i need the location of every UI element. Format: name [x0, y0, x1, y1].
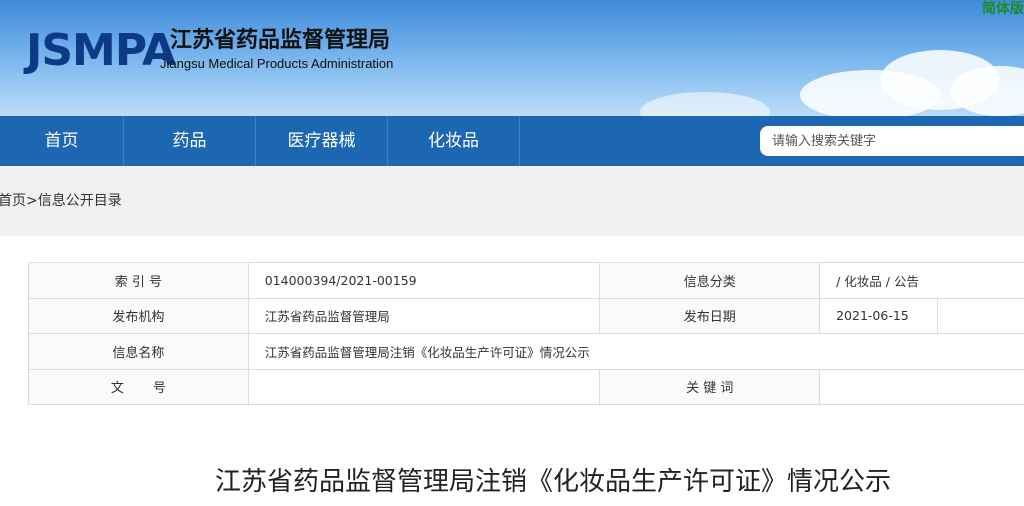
- table-row: 索 引 号 014000394/2021-00159 信息分类 / 化妆品 / …: [28, 262, 1024, 299]
- table-row: 信息名称 江苏省药品监督管理局注销《化妆品生产许可证》情况公示: [28, 333, 1024, 370]
- category-value: / 化妆品 / 公告: [819, 262, 1024, 299]
- doc-number-value: [247, 368, 601, 405]
- empty-cell: [937, 297, 1024, 334]
- publisher-label: 发布机构: [28, 297, 249, 334]
- language-switch-link[interactable]: 简体版: [982, 0, 1024, 18]
- publish-date-label: 发布日期: [599, 297, 821, 334]
- keyword-label: 关 键 词: [599, 368, 821, 405]
- index-number-label: 索 引 号: [28, 262, 249, 299]
- site-logo[interactable]: JSMPA: [26, 26, 176, 76]
- category-label: 信息分类: [599, 262, 821, 299]
- info-metadata-table: 索 引 号 014000394/2021-00159 信息分类 / 化妆品 / …: [28, 262, 1024, 405]
- cloud-decoration: [640, 92, 770, 116]
- table-row: 文 号 关 键 词: [28, 368, 1024, 405]
- nav-item-cosmetics[interactable]: 化妆品: [388, 116, 520, 166]
- document-title: 江苏省药品监督管理局注销《化妆品生产许可证》情况公示: [215, 467, 892, 497]
- site-title-en: Jiangsu Medical Products Administration: [160, 56, 394, 71]
- site-title-cn: 江苏省药品监督管理局: [170, 28, 391, 53]
- site-header: JSMPA 江苏省药品监督管理局 Jiangsu Medical Product…: [0, 0, 1024, 116]
- info-name-value: 江苏省药品监督管理局注销《化妆品生产许可证》情况公示: [247, 333, 1024, 370]
- publish-date-value: 2021-06-15: [819, 297, 939, 334]
- info-name-label: 信息名称: [28, 333, 249, 370]
- doc-number-label: 文 号: [28, 368, 249, 405]
- breadcrumb[interactable]: 首页>信息公开目录: [0, 192, 122, 210]
- keyword-value: [819, 368, 1024, 405]
- breadcrumb-band: [0, 166, 1024, 236]
- nav-item-drugs[interactable]: 药品: [124, 116, 256, 166]
- nav-item-home[interactable]: 首页: [0, 116, 124, 166]
- table-row: 发布机构 江苏省药品监督管理局 发布日期 2021-06-15: [28, 297, 1024, 334]
- index-number-value: 014000394/2021-00159: [247, 262, 601, 299]
- search-input[interactable]: [760, 126, 1024, 156]
- publisher-value: 江苏省药品监督管理局: [247, 297, 601, 334]
- nav-item-medical-devices[interactable]: 医疗器械: [256, 116, 388, 166]
